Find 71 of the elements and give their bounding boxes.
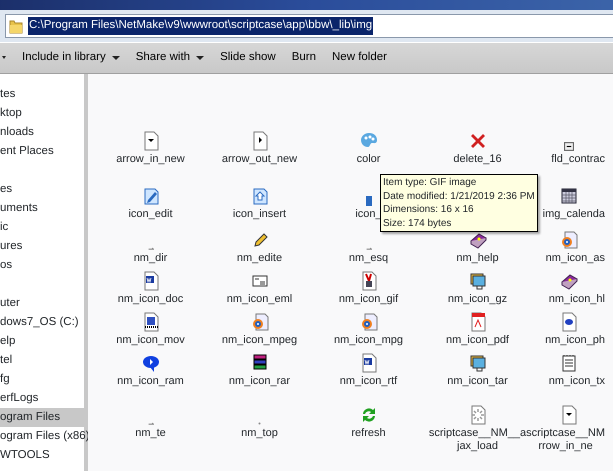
nav-item[interactable]: erfLogs [0,389,84,408]
file-label[interactable]: nm_dir [134,252,168,265]
file-label[interactable]: nm_icon_tar [447,375,508,388]
speech-bubble-icon [140,353,160,373]
toolbar-button[interactable]: Share with [128,46,212,70]
file-label[interactable]: nm_icon_pdf [446,334,509,347]
file-label[interactable]: nm_icon_ram [117,375,184,388]
toolbar-button[interactable]: Slide show [212,46,284,70]
nav-item[interactable]: os [0,256,84,275]
media-icon [559,230,579,250]
small-dot-icon [258,422,261,425]
minus-icon [564,142,574,151]
file-label[interactable]: icon_ [355,208,382,221]
caret-icon[interactable] [2,55,6,61]
nav-item[interactable]: nloads [0,123,84,142]
file-label[interactable]: nm_icon_as [546,252,605,265]
file-label[interactable]: icon_insert [232,208,286,221]
file-label[interactable]: nm_icon_gz [448,293,508,306]
file-label[interactable]: arrow_out_new [222,153,298,166]
nav-item[interactable]: ent Places [0,142,84,161]
nav-item[interactable]: elp [0,332,84,351]
file-label[interactable]: nm_icon_tx [548,375,605,388]
file-label[interactable]: scriptcase__NM__a jax_load [428,427,526,453]
file-label[interactable]: fld_contrac [551,153,605,166]
nav-item[interactable]: uter [0,294,84,313]
nav-item[interactable]: uments [0,199,84,218]
address-field[interactable]: C:\Program Files\NetMake\v9\wwwroot\scriptcase\app\bbw\_lib\img [5,14,613,38]
nav-item[interactable]: es [0,180,84,199]
tooltip-text: Item type: GIF image [383,176,478,190]
nav-item[interactable]: dows7_OS (C:) [0,313,84,332]
file-label[interactable]: nm_top [241,427,278,440]
file-label[interactable]: delete_16 [453,153,502,166]
file-label[interactable]: nm_icon_mov [116,334,185,347]
file-label[interactable]: nm_icon_mpg [334,334,404,347]
file-label[interactable]: nm_icon_hl [548,293,605,306]
file-label[interactable]: nm_icon_ph [545,334,605,347]
file-label[interactable]: nm_help [456,252,499,265]
file-label[interactable]: refresh [351,427,386,440]
tooltip-text: Dimensions: 16 x 16 [383,203,475,216]
file-label[interactable]: nm_esq [348,252,388,265]
tooltip-text: Size: 174 bytes [383,216,452,230]
file-label[interactable]: nm_icon_rar [228,375,290,388]
nav-item[interactable]: fg [0,370,84,389]
monitor-folder-icon [468,271,488,291]
file-label[interactable]: arrow_in_new [116,153,185,166]
nav-item[interactable]: tes [0,85,84,104]
file-label[interactable]: nm_icon_doc [118,293,184,306]
toolbar-button[interactable]: New folder [324,46,395,70]
nav-item[interactable]: ures [0,237,84,256]
nav-item[interactable]: tel [0,351,84,370]
folder-icon [9,18,23,34]
file-label[interactable]: nm_edite [236,252,282,265]
file-label[interactable]: nm_icon_gif [338,293,398,306]
file-label[interactable]: img_calenda [542,208,605,221]
toolbar-button[interactable]: Include in library [14,46,128,70]
nav-item[interactable]: ktop [0,104,84,123]
address-path: C:\Program Files\NetMake\v9\wwwroot\scriptcase\app\bbw\_lib\img [28,17,374,35]
file-label[interactable]: nm_icon_mpeg [222,334,298,347]
calendar-icon [559,186,579,206]
file-label[interactable]: color [356,153,380,166]
file-label[interactable]: nm_te [135,427,166,440]
toolbar-button[interactable]: Burn [284,46,324,70]
tooltip-text: Date modified: 1/21/2019 2:36 PM [383,190,535,203]
monitor-folder-icon [468,353,488,373]
file-label[interactable]: nm_icon_rtf [340,375,398,388]
nav-item[interactable]: ogram Files [0,408,84,427]
file-label[interactable]: scriptcase__NM rrow_in_ne [526,427,605,453]
file-label[interactable]: icon_edit [128,208,173,221]
nav-item[interactable]: ic [0,218,84,237]
file-label[interactable]: nm_icon_eml [226,293,292,306]
nav-item[interactable]: WTOOLS [0,446,84,465]
